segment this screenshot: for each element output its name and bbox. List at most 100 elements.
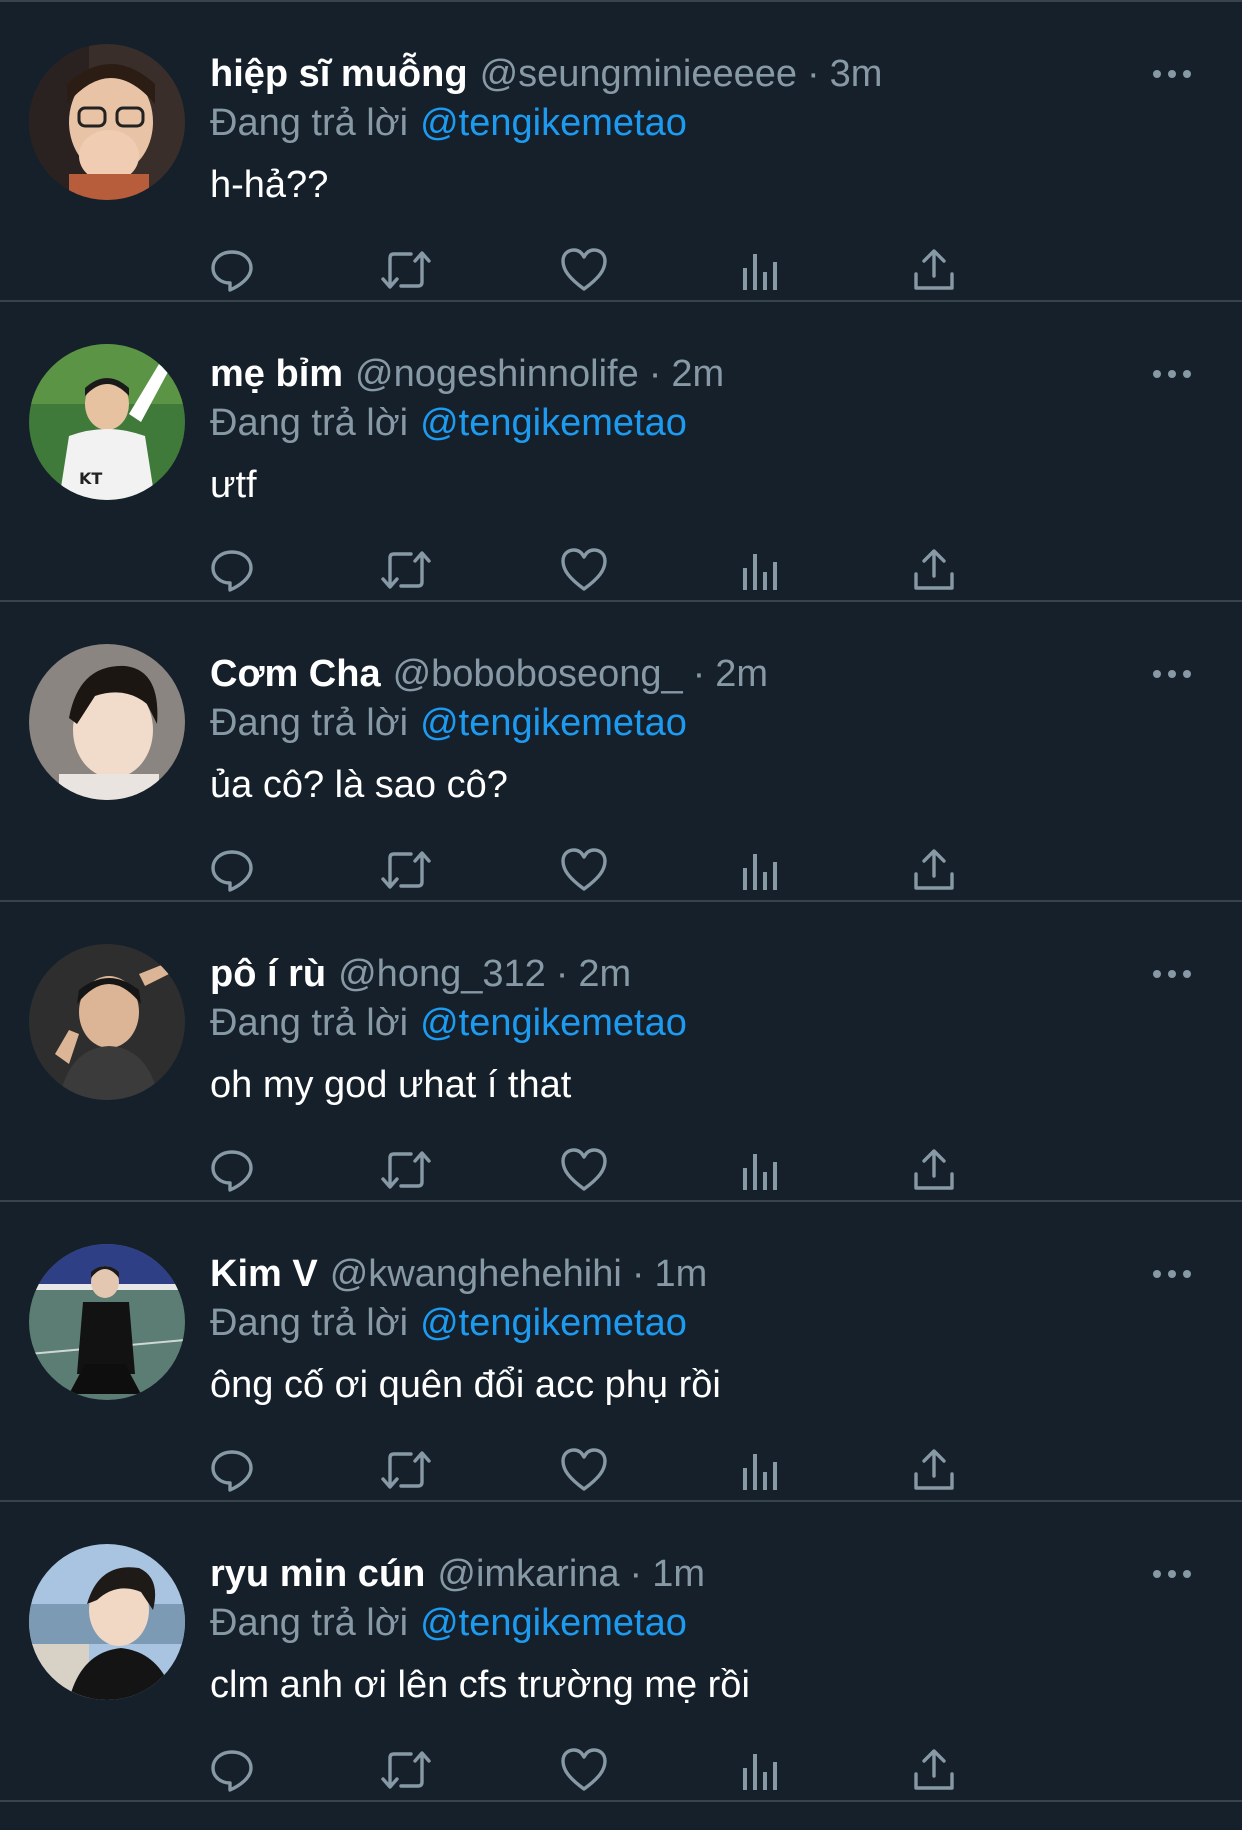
separator-dot: ·	[631, 1253, 645, 1295]
reply-tweet[interactable]: Cơm Cha @boboboseong_ · 2m Đang trả lời @…	[0, 602, 1242, 902]
tweet-text: ưtf	[210, 464, 257, 506]
replying-label: Đang trả lời	[210, 1602, 409, 1644]
avatar[interactable]	[29, 644, 185, 800]
analytics-icon[interactable]	[732, 1742, 788, 1798]
timestamp[interactable]: 1m	[652, 1550, 705, 1598]
analytics-icon[interactable]	[732, 1142, 788, 1198]
replying-to-line: Đang trả lời @tengikemetao	[210, 1299, 687, 1347]
analytics-icon[interactable]	[732, 242, 788, 298]
replying-label: Đang trả lời	[210, 1002, 409, 1044]
reply-icon[interactable]	[204, 242, 260, 298]
avatar[interactable]	[29, 944, 185, 1100]
more-options-icon[interactable]	[1142, 654, 1202, 694]
reply-tweet[interactable]: pô í rù @hong_312 · 2m Đang trả lời @teng…	[0, 902, 1242, 1202]
mention-link[interactable]: @tengikemetao	[420, 1602, 687, 1644]
share-icon[interactable]	[906, 242, 962, 298]
like-icon[interactable]	[556, 542, 612, 598]
more-options-icon[interactable]	[1142, 1254, 1202, 1294]
mention-link[interactable]: @tengikemetao	[420, 1302, 687, 1344]
replying-label: Đang trả lời	[210, 402, 409, 444]
action-bar	[210, 242, 1090, 298]
replying-label: Đang trả lời	[210, 102, 409, 144]
display-name[interactable]: Cơm Cha	[210, 650, 381, 698]
separator-dot: ·	[807, 53, 820, 95]
tweet-text: ông cố ơi quên đổi acc phụ rồi	[210, 1364, 721, 1406]
retweet-icon[interactable]	[378, 242, 434, 298]
reply-icon[interactable]	[204, 1442, 260, 1498]
avatar[interactable]	[29, 44, 185, 200]
tweet-header: ryu min cún @imkarina · 1m	[210, 1550, 1122, 1598]
timestamp[interactable]: 2m	[715, 650, 768, 698]
share-icon[interactable]	[906, 542, 962, 598]
reply-tweet[interactable]: Kim V @kwanghehehihi · 1m Đang trả lời @t…	[0, 1202, 1242, 1502]
user-handle[interactable]: @nogeshinnolife	[355, 350, 639, 398]
like-icon[interactable]	[556, 242, 612, 298]
mention-link[interactable]: @tengikemetao	[420, 402, 687, 444]
user-handle[interactable]: @boboboseong_	[393, 650, 683, 698]
separator-dot: ·	[648, 353, 662, 395]
timestamp[interactable]: 2m	[578, 950, 631, 998]
like-icon[interactable]	[556, 842, 612, 898]
like-icon[interactable]	[556, 1742, 612, 1798]
reply-tweet[interactable]: KT mẹ bỉm @nogeshinnolife · 2m Đang trả …	[0, 302, 1242, 602]
timestamp[interactable]: 1m	[654, 1250, 707, 1298]
reply-icon[interactable]	[204, 842, 260, 898]
user-handle[interactable]: @seungminieeeee	[480, 50, 797, 98]
share-icon[interactable]	[906, 1742, 962, 1798]
user-handle[interactable]: @imkarina	[437, 1550, 619, 1598]
action-bar	[210, 842, 1090, 898]
avatar[interactable]	[29, 1544, 185, 1700]
replying-to-line: Đang trả lời @tengikemetao	[210, 99, 687, 147]
tweet-header: Kim V @kwanghehehihi · 1m	[210, 1250, 1122, 1298]
more-options-icon[interactable]	[1142, 54, 1202, 94]
share-icon[interactable]	[906, 1442, 962, 1498]
reply-icon[interactable]	[204, 1742, 260, 1798]
share-icon[interactable]	[906, 842, 962, 898]
separator-dot: ·	[555, 953, 569, 995]
like-icon[interactable]	[556, 1142, 612, 1198]
replying-to-line: Đang trả lời @tengikemetao	[210, 999, 687, 1047]
retweet-icon[interactable]	[378, 542, 434, 598]
mention-link[interactable]: @tengikemetao	[420, 702, 687, 744]
analytics-icon[interactable]	[732, 542, 788, 598]
replying-to-line: Đang trả lời @tengikemetao	[210, 399, 687, 447]
reply-icon[interactable]	[204, 542, 260, 598]
svg-text:KT: KT	[79, 469, 102, 488]
action-bar	[210, 542, 1090, 598]
analytics-icon[interactable]	[732, 842, 788, 898]
reply-icon[interactable]	[204, 1142, 260, 1198]
avatar[interactable]: KT	[29, 344, 185, 500]
display-name[interactable]: pô í rù	[210, 950, 326, 998]
more-options-icon[interactable]	[1142, 354, 1202, 394]
separator-dot: ·	[629, 1553, 643, 1595]
replying-to-line: Đang trả lời @tengikemetao	[210, 699, 687, 747]
retweet-icon[interactable]	[378, 842, 434, 898]
reply-tweet[interactable]: hiệp sĩ muỗng @seungminieeeee · 3m Đang …	[0, 2, 1242, 302]
display-name[interactable]: hiệp sĩ muỗng	[210, 50, 468, 98]
user-handle[interactable]: @hong_312	[338, 950, 546, 998]
more-options-icon[interactable]	[1142, 1554, 1202, 1594]
like-icon[interactable]	[556, 1442, 612, 1498]
reply-feed: hiệp sĩ muỗng @seungminieeeee · 3m Đang …	[0, 2, 1242, 1802]
retweet-icon[interactable]	[378, 1142, 434, 1198]
share-icon[interactable]	[906, 1142, 962, 1198]
retweet-icon[interactable]	[378, 1442, 434, 1498]
reply-tweet[interactable]: ryu min cún @imkarina · 1m Đang trả lời @…	[0, 1502, 1242, 1802]
display-name[interactable]: ryu min cún	[210, 1550, 425, 1598]
analytics-icon[interactable]	[732, 1442, 788, 1498]
mention-link[interactable]: @tengikemetao	[420, 102, 687, 144]
display-name[interactable]: mẹ bỉm	[210, 350, 343, 398]
more-options-icon[interactable]	[1142, 954, 1202, 994]
retweet-icon[interactable]	[378, 1742, 434, 1798]
tweet-text: oh my god ưhat í that	[210, 1064, 572, 1106]
avatar[interactable]	[29, 1244, 185, 1400]
tweet-text: ủa cô? là sao cô?	[210, 764, 508, 806]
mention-link[interactable]: @tengikemetao	[420, 1002, 687, 1044]
display-name[interactable]: Kim V	[210, 1250, 318, 1298]
user-handle[interactable]: @kwanghehehihi	[330, 1250, 622, 1298]
action-bar	[210, 1142, 1090, 1198]
tweet-text: h-hả??	[210, 164, 329, 206]
action-bar	[210, 1742, 1090, 1798]
timestamp[interactable]: 2m	[671, 350, 724, 398]
timestamp[interactable]: 3m	[830, 50, 883, 98]
